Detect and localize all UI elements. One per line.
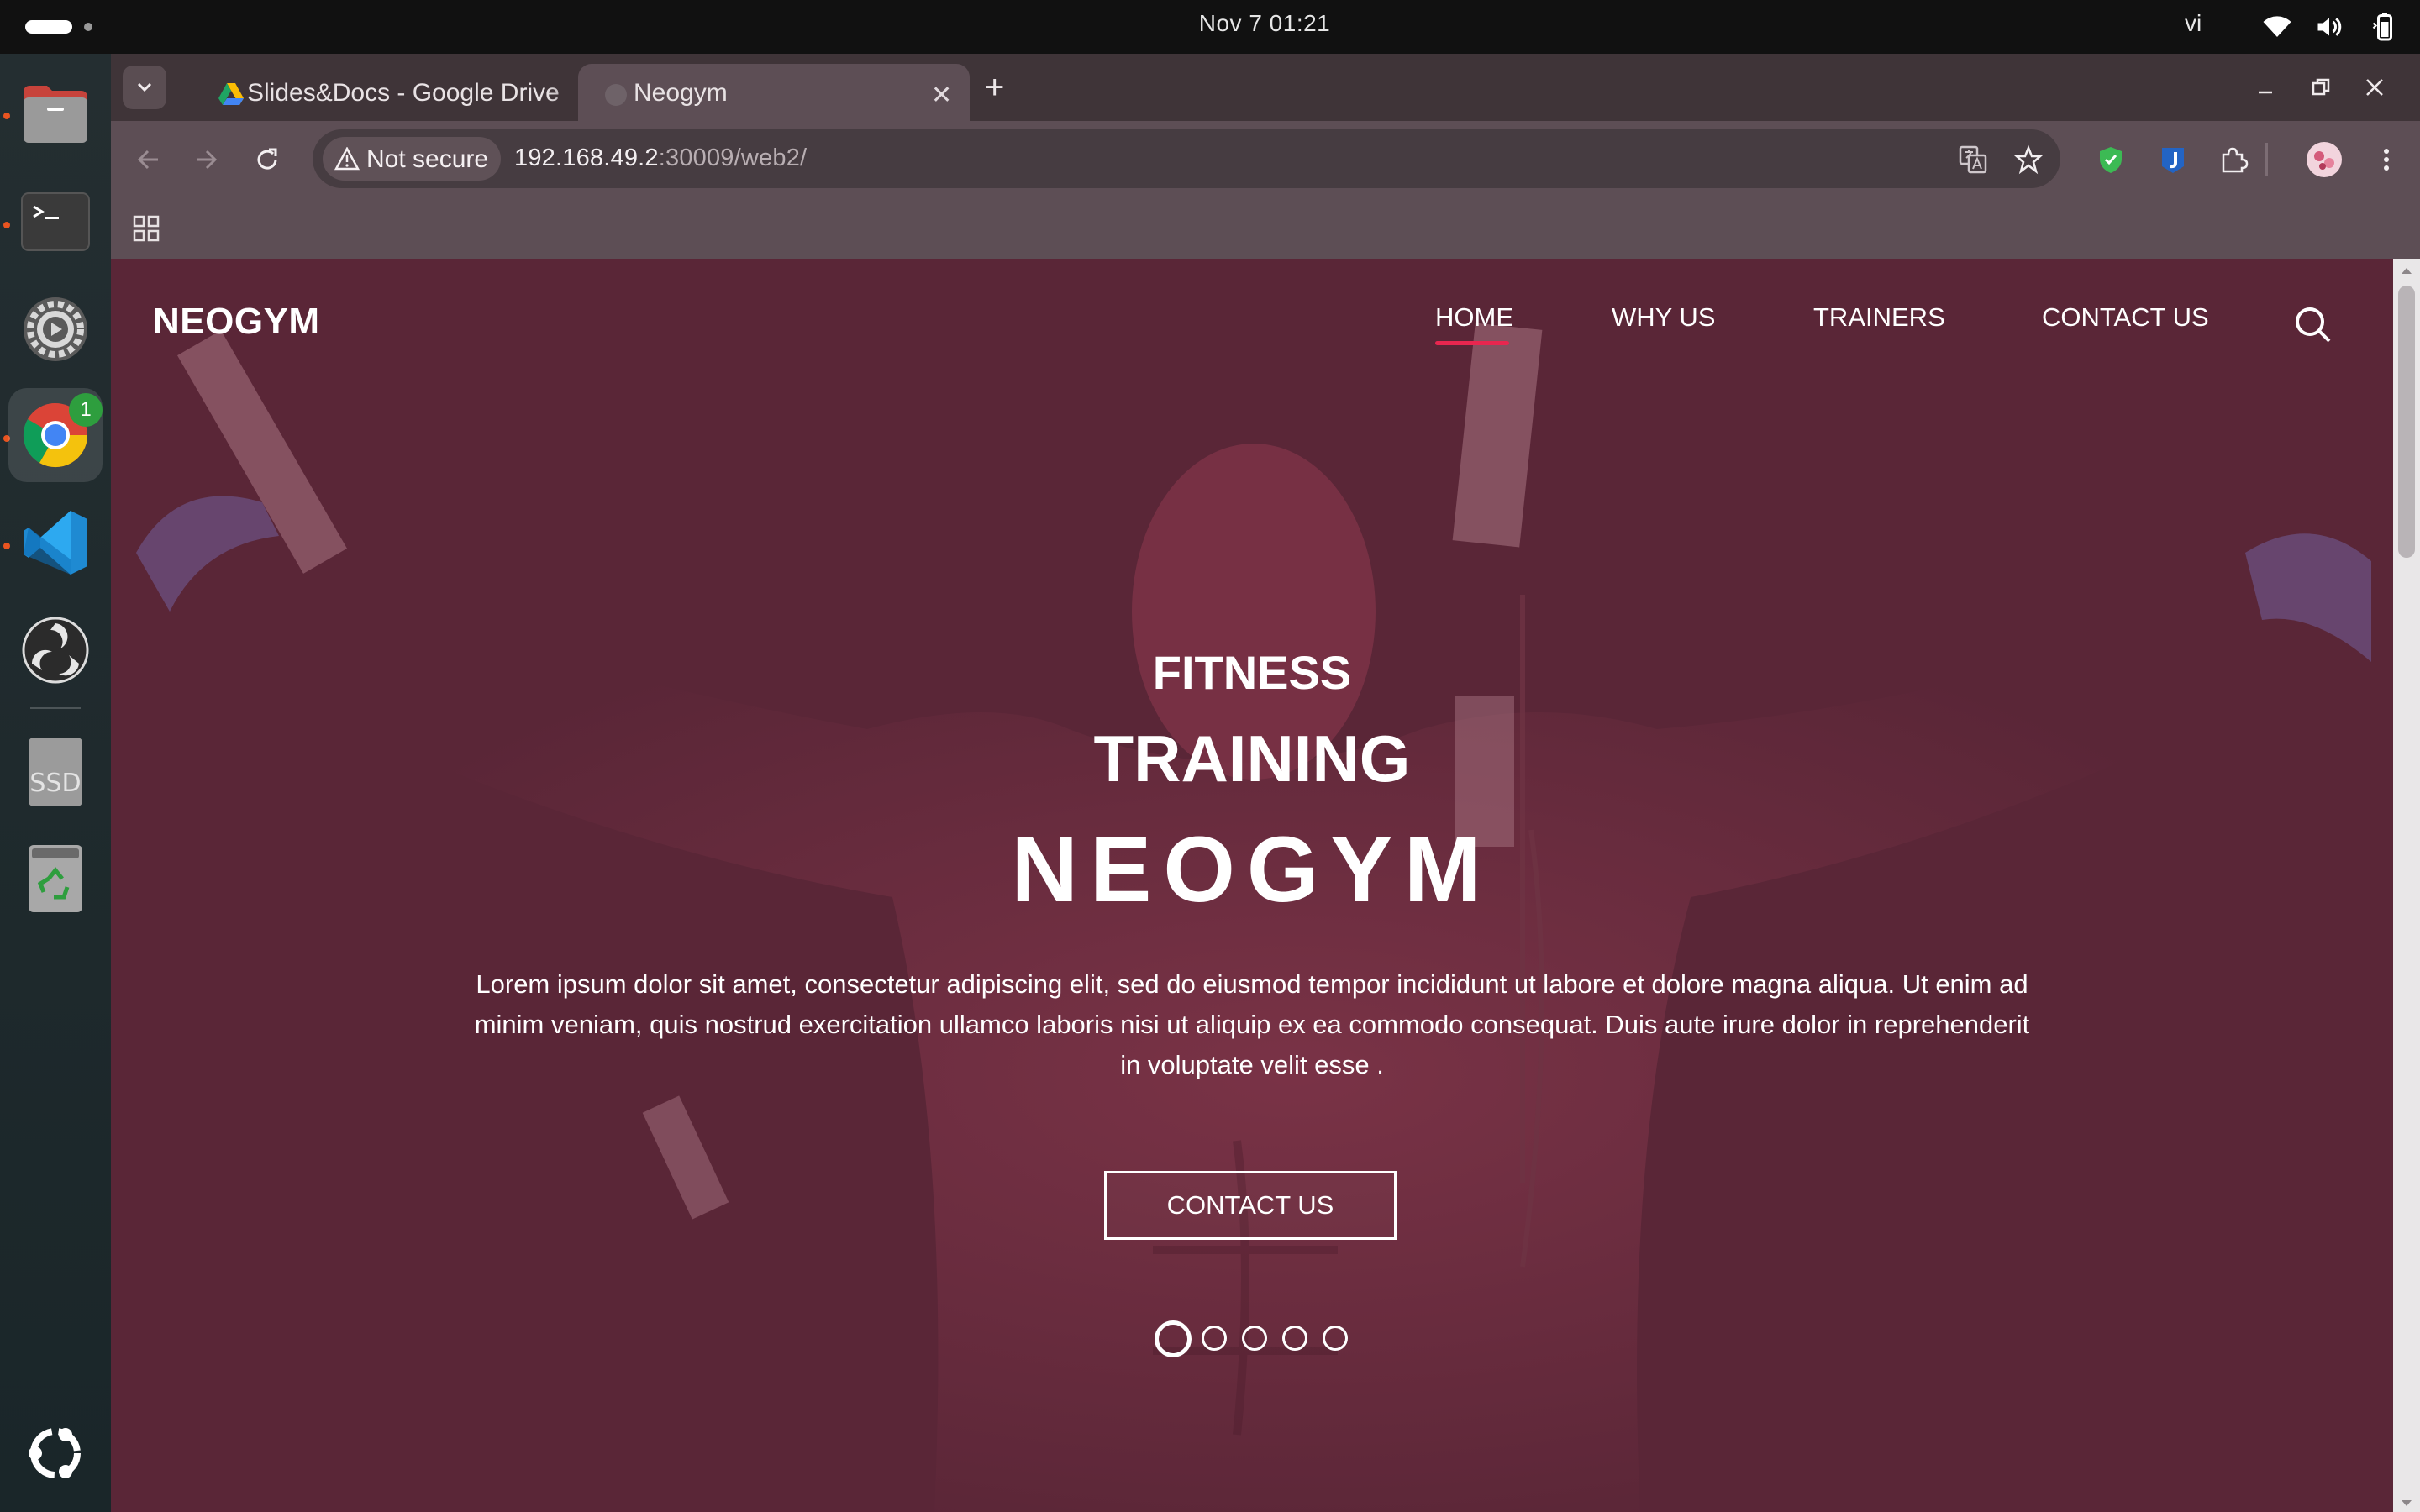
extensions-puzzle-icon[interactable] xyxy=(2218,144,2249,175)
globe-icon xyxy=(605,84,627,106)
dock-settings[interactable] xyxy=(8,282,103,376)
browser-toolbar: Not secure 192.168.49.2:30009/web2/ xyxy=(111,121,2420,198)
system-top-bar: Nov 7 01:21 vi xyxy=(0,0,2420,54)
dock-obs-studio[interactable] xyxy=(8,603,103,697)
carousel-dot[interactable] xyxy=(1282,1326,1307,1351)
back-arrow-icon[interactable] xyxy=(133,144,163,175)
warning-triangle-icon xyxy=(334,147,360,171)
ubuntu-logo-icon xyxy=(29,1428,81,1478)
ubuntu-dock: 1 SSD xyxy=(0,54,111,1512)
dock-terminal[interactable] xyxy=(8,175,103,269)
site-navbar: NEOGYM HOME WHY US TRAINERS CONTACT US xyxy=(111,259,2393,393)
scroll-down-arrow-icon[interactable] xyxy=(2398,1497,2415,1510)
profile-avatar-icon[interactable] xyxy=(2306,141,2343,178)
close-tab-icon[interactable]: ✕ xyxy=(931,81,952,110)
tab-title: Neogym xyxy=(634,79,728,107)
tab-neogym[interactable]: Neogym ✕ xyxy=(578,64,970,121)
window-controls xyxy=(2255,67,2407,108)
carousel-indicators xyxy=(1155,1320,1356,1359)
apps-grid-icon[interactable] xyxy=(131,213,161,244)
carousel-dot[interactable] xyxy=(1155,1320,1192,1357)
ssd-label: SSD xyxy=(29,769,81,798)
drive-icon: SSD xyxy=(29,738,82,806)
scrollbar-thumb[interactable] xyxy=(2398,286,2415,558)
settings-gear-icon xyxy=(24,297,87,361)
dock-trash[interactable] xyxy=(8,830,103,924)
site-logo[interactable]: NEOGYM xyxy=(153,301,320,343)
carousel-dot[interactable] xyxy=(1242,1326,1267,1351)
translate-icon[interactable] xyxy=(1958,144,1988,175)
clock[interactable]: Nov 7 01:21 xyxy=(1092,10,1437,37)
url-path: :30009/web2/ xyxy=(658,144,808,171)
nav-home[interactable]: HOME xyxy=(1435,302,1513,333)
close-window-icon[interactable] xyxy=(2365,77,2385,97)
tab-search-button[interactable] xyxy=(123,66,166,109)
dock-files[interactable] xyxy=(8,66,103,160)
activities-indicator[interactable] xyxy=(25,18,118,35)
dock-show-apps[interactable] xyxy=(8,1406,103,1500)
input-language-indicator[interactable]: vi xyxy=(2185,10,2202,37)
page-viewport: NEOGYM HOME WHY US TRAINERS CONTACT US F… xyxy=(111,259,2393,1512)
hero-headline: TRAINING xyxy=(1093,722,1411,795)
files-icon xyxy=(24,86,87,143)
security-indicator[interactable]: Not secure xyxy=(323,137,501,181)
url-host: 192.168.49.2 xyxy=(514,144,659,171)
tab-strip: Slides&Docs - Google Drive ✕ Neogym ✕ + xyxy=(111,54,2420,121)
minimize-icon[interactable] xyxy=(2255,77,2275,97)
nav-contact-us[interactable]: CONTACT US xyxy=(2042,302,2209,333)
scroll-up-arrow-icon[interactable] xyxy=(2398,264,2415,277)
security-label: Not secure xyxy=(366,145,489,173)
tab-title: Slides&Docs - Google Drive xyxy=(247,79,560,107)
nav-why-us[interactable]: WHY US xyxy=(1612,302,1715,333)
obs-icon xyxy=(22,617,89,684)
address-bar[interactable]: Not secure 192.168.49.2:30009/web2/ xyxy=(313,129,2060,188)
chevron-down-icon xyxy=(137,82,152,92)
wifi-icon xyxy=(2263,16,2291,37)
j-extension-icon[interactable] xyxy=(2158,144,2188,175)
battery-icon xyxy=(2372,13,2392,41)
dock-chrome[interactable]: 1 xyxy=(8,388,103,482)
carousel-dot[interactable] xyxy=(1323,1326,1348,1351)
google-drive-icon xyxy=(218,83,244,105)
workspace-active-pill xyxy=(25,20,72,34)
bookmark-star-icon[interactable] xyxy=(2013,144,2044,175)
forward-arrow-icon[interactable] xyxy=(192,144,222,175)
notification-badge: 1 xyxy=(69,393,103,427)
search-icon[interactable] xyxy=(2292,304,2334,346)
nav-trainers[interactable]: TRAINERS xyxy=(1813,302,1945,333)
carousel-dot[interactable] xyxy=(1202,1326,1227,1351)
restore-icon[interactable] xyxy=(2311,77,2331,97)
terminal-icon xyxy=(21,192,90,251)
volume-icon xyxy=(2317,18,2342,36)
bookmarks-bar xyxy=(111,198,2420,260)
hero-kicker: FITNESS xyxy=(1152,646,1352,699)
workspace-dot xyxy=(84,23,92,31)
hero-description: Lorem ipsum dolor sit amet, consectetur … xyxy=(474,969,2030,1079)
shield-extension-icon[interactable] xyxy=(2096,144,2126,175)
url-text[interactable]: 192.168.49.2:30009/web2/ xyxy=(514,144,807,172)
browser-window: Slides&Docs - Google Drive ✕ Neogym ✕ + … xyxy=(111,54,2420,1512)
contact-us-button[interactable]: CONTACT US xyxy=(1104,1171,1397,1240)
menu-kebab-icon[interactable] xyxy=(2371,144,2402,175)
nav-active-underline xyxy=(1435,341,1509,345)
reload-icon[interactable] xyxy=(252,144,282,175)
vscode-icon xyxy=(24,511,87,575)
trash-recycle-icon xyxy=(29,845,82,912)
dock-vscode[interactable] xyxy=(8,496,103,590)
toolbar-divider xyxy=(2265,143,2268,176)
new-tab-button[interactable]: + xyxy=(985,69,1004,107)
dock-separator xyxy=(30,707,81,709)
hero-brandline: NEOGYM xyxy=(1011,818,1493,921)
dock-ssd-drive[interactable]: SSD xyxy=(8,724,103,818)
